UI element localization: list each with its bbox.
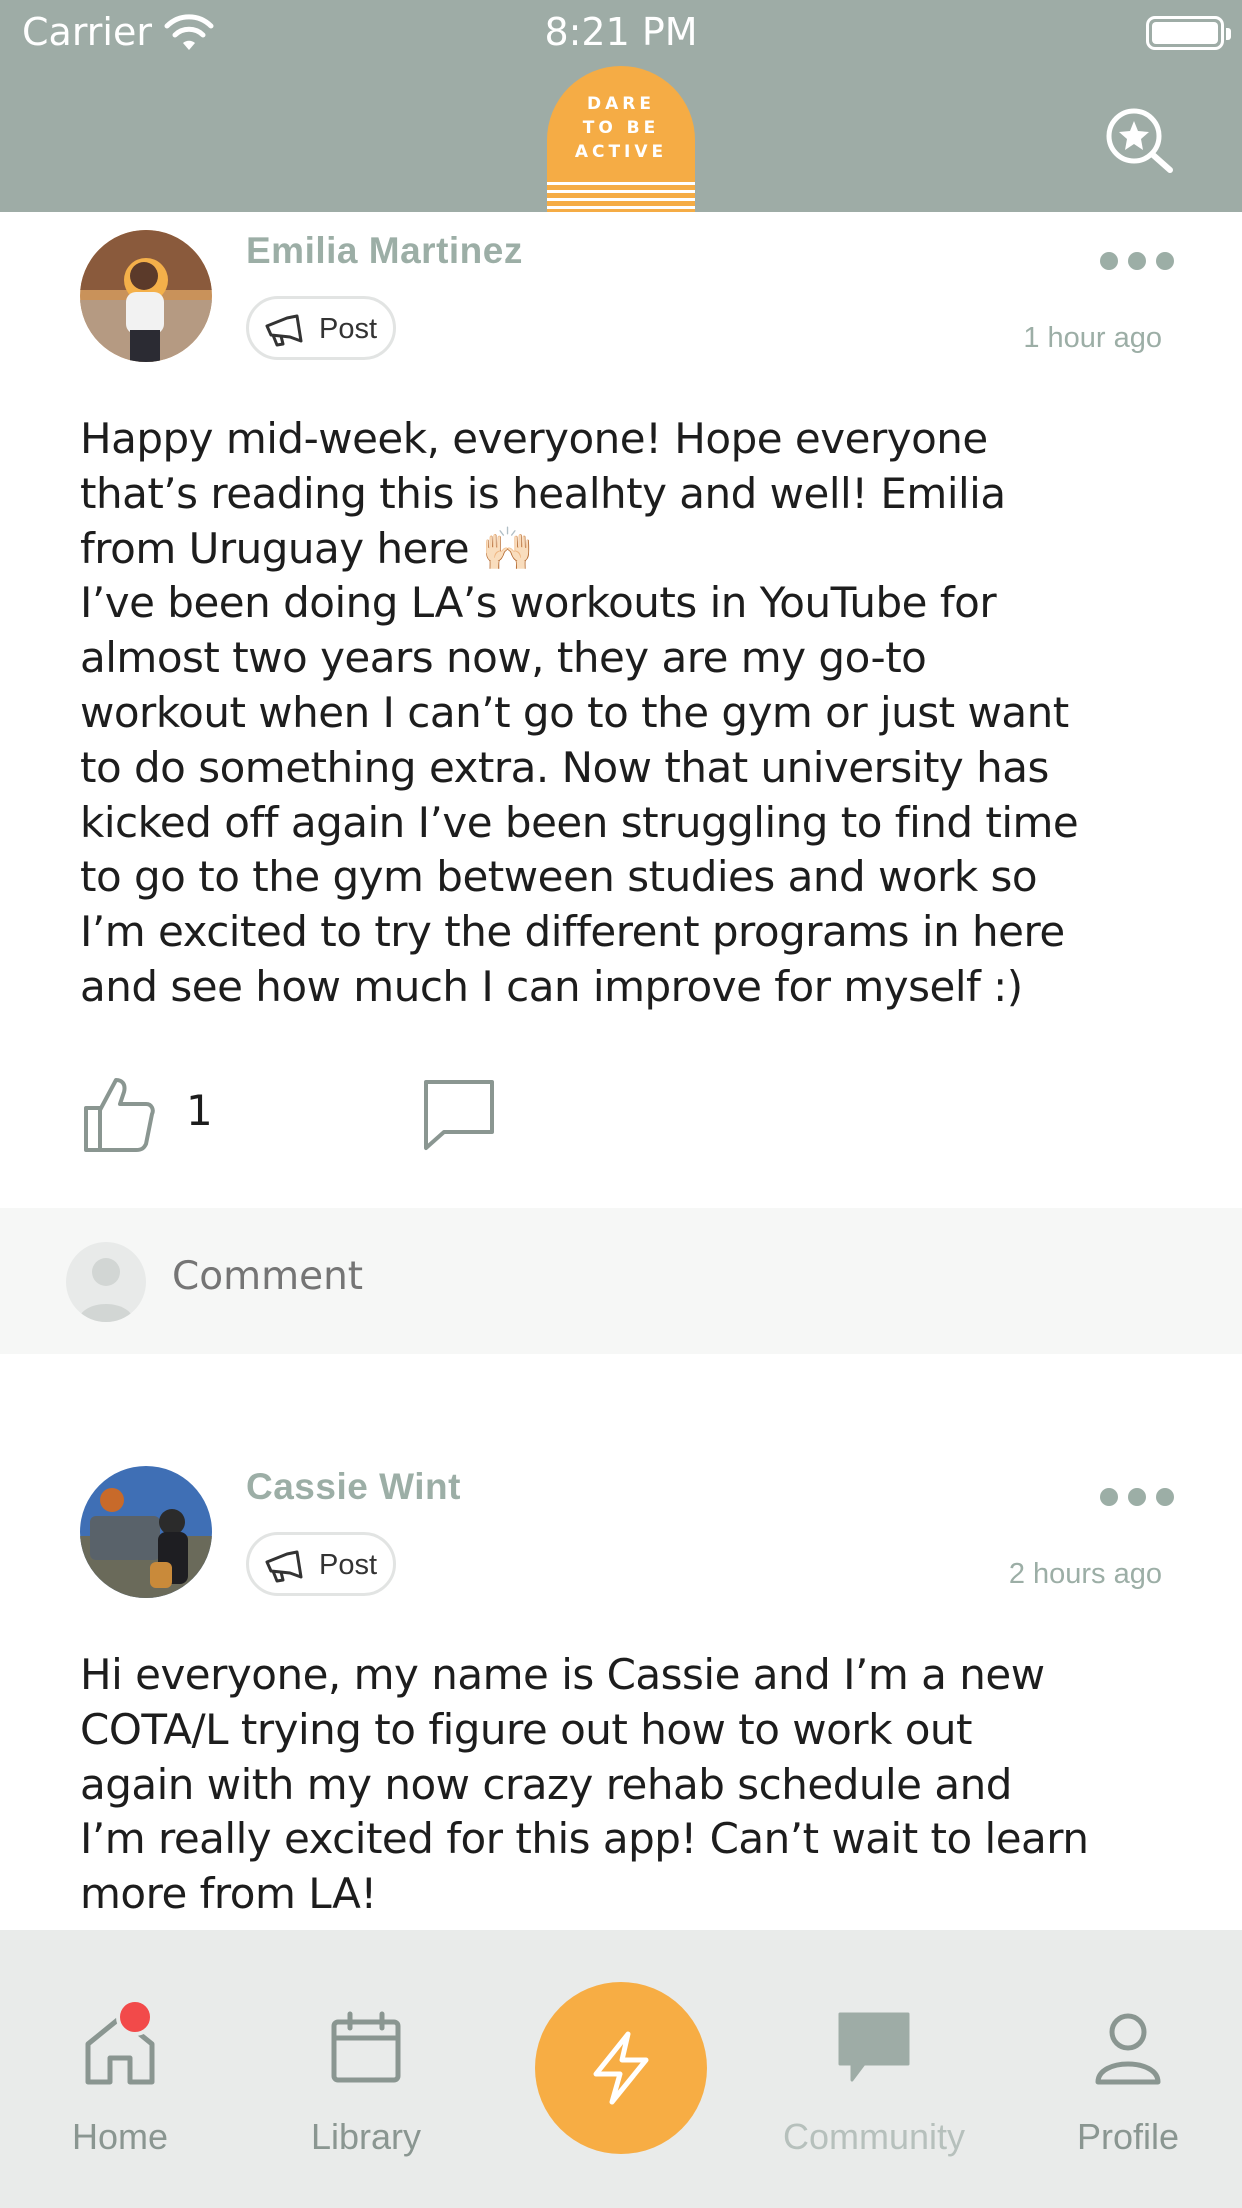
like-count: 1 xyxy=(186,1086,213,1135)
more-options-icon[interactable] xyxy=(1098,1488,1174,1508)
post-timestamp: 1 hour ago xyxy=(1023,322,1162,354)
tab-profile[interactable]: Profile xyxy=(1008,1930,1242,2208)
quick-action-button[interactable] xyxy=(535,1982,707,2154)
megaphone-icon xyxy=(265,314,303,347)
post-text: Happy mid-week, everyone! Hope everyone … xyxy=(80,414,1079,1011)
header: Carrier 8:21 PM DARE TO BE ACTIVE xyxy=(0,0,1242,212)
chat-bubble-icon xyxy=(838,2012,910,2082)
author-name[interactable]: Cassie Wint xyxy=(246,1466,461,1508)
app-screen: Carrier 8:21 PM DARE TO BE ACTIVE Emilia… xyxy=(0,0,1242,2208)
tab-library[interactable]: Library xyxy=(246,1930,486,2208)
tab-community[interactable]: Community xyxy=(754,1930,994,2208)
comment-bar xyxy=(0,1208,1242,1354)
post-type-chip: Post xyxy=(246,1532,396,1596)
user-avatar-placeholder xyxy=(66,1242,146,1322)
tab-label: Home xyxy=(71,2116,169,2157)
thumbs-up-icon[interactable] xyxy=(80,1074,160,1154)
tab-label: Library xyxy=(310,2116,422,2157)
status-bar: Carrier 8:21 PM xyxy=(0,0,1242,66)
calendar-icon xyxy=(331,2011,401,2083)
search-star-icon[interactable] xyxy=(1102,104,1176,174)
megaphone-icon xyxy=(265,1550,303,1583)
tab-home[interactable]: Home xyxy=(0,1930,240,2208)
person-icon xyxy=(1095,2013,1161,2085)
post-type-label: Post xyxy=(319,1549,378,1581)
author-name[interactable]: Emilia Martinez xyxy=(246,230,523,272)
comment-input[interactable] xyxy=(172,1254,662,1299)
app-logo: DARE TO BE ACTIVE xyxy=(547,66,695,212)
avatar[interactable] xyxy=(80,230,212,362)
clock: 8:21 PM xyxy=(544,10,698,54)
battery-icon xyxy=(1146,16,1231,50)
comment-icon[interactable] xyxy=(420,1074,500,1154)
tab-label: Profile xyxy=(1076,2116,1180,2157)
post-type-chip: Post xyxy=(246,296,396,360)
avatar[interactable] xyxy=(80,1466,212,1598)
post-actions: 1 xyxy=(0,1074,1242,1174)
lightning-icon xyxy=(593,2031,649,2105)
post-timestamp: 2 hours ago xyxy=(1008,1558,1162,1590)
post-text: Hi everyone, my name is Cassie and I’m a… xyxy=(80,1650,1089,1919)
tab-label: Community xyxy=(782,2116,966,2157)
notification-badge xyxy=(116,1998,154,2036)
more-options-icon[interactable] xyxy=(1098,252,1174,272)
post-type-label: Post xyxy=(319,313,378,345)
logo-text: DARE TO BE ACTIVE xyxy=(574,94,668,162)
